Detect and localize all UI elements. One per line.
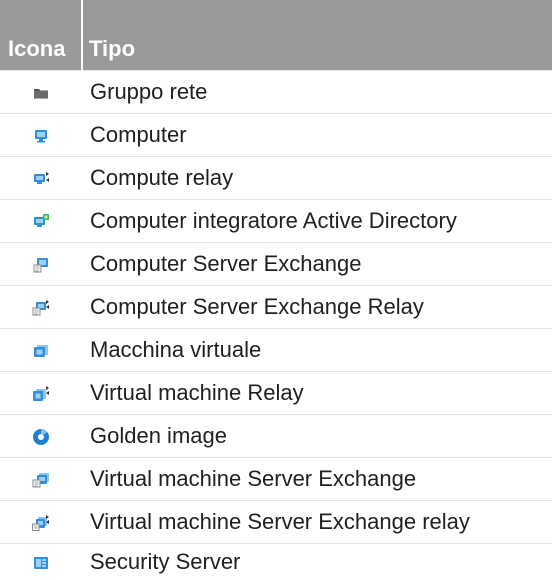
row-label: Computer integratore Active Directory <box>82 200 552 243</box>
row-label: Macchina virtuale <box>82 329 552 372</box>
virtual-machine-icon <box>31 341 51 361</box>
table-row: Compute relay <box>0 157 552 200</box>
icon-column-header: Icona <box>0 0 82 71</box>
computer-icon <box>31 126 51 146</box>
row-label: Virtual machine Server Exchange <box>82 458 552 501</box>
type-column-header: Tipo <box>82 0 552 71</box>
virtual-machine-relay-icon <box>31 384 51 404</box>
row-label: Computer Server Exchange <box>82 243 552 286</box>
row-label: Gruppo rete <box>82 71 552 114</box>
row-label: Virtual machine Server Exchange relay <box>82 501 552 544</box>
table-row: Security Server <box>0 544 552 580</box>
row-label: Virtual machine Relay <box>82 372 552 415</box>
row-label: Computer Server Exchange Relay <box>82 286 552 329</box>
exchange-server-vm-icon <box>31 470 51 490</box>
exchange-server-computer-icon <box>31 255 51 275</box>
endpoint-icon-legend: Icona Tipo Gruppo rete Computer <box>0 0 552 574</box>
row-label: Computer <box>82 114 552 157</box>
row-label: Golden image <box>82 415 552 458</box>
table-row: Virtual machine Server Exchange <box>0 458 552 501</box>
security-server-icon <box>31 553 51 573</box>
row-label: Compute relay <box>82 157 552 200</box>
table-row: Virtual machine Server Exchange relay <box>0 501 552 544</box>
exchange-server-vm-relay-icon <box>31 513 51 533</box>
active-directory-integrator-icon <box>31 212 51 232</box>
table-row: Gruppo rete <box>0 71 552 114</box>
table-row: Macchina virtuale <box>0 329 552 372</box>
table-row: Computer Server Exchange Relay <box>0 286 552 329</box>
exchange-server-relay-computer-icon <box>31 298 51 318</box>
table-row: Virtual machine Relay <box>0 372 552 415</box>
table-row: Computer integratore Active Directory <box>0 200 552 243</box>
network-group-folder-icon <box>31 83 51 103</box>
table-header-row: Icona Tipo <box>0 0 552 71</box>
table-row: Golden image <box>0 415 552 458</box>
row-label: Security Server <box>82 544 552 580</box>
table-row: Computer Server Exchange <box>0 243 552 286</box>
table-row: Computer <box>0 114 552 157</box>
golden-image-icon <box>31 427 51 447</box>
icon-type-table: Icona Tipo Gruppo rete Computer <box>0 0 552 580</box>
computer-relay-icon <box>31 169 51 189</box>
